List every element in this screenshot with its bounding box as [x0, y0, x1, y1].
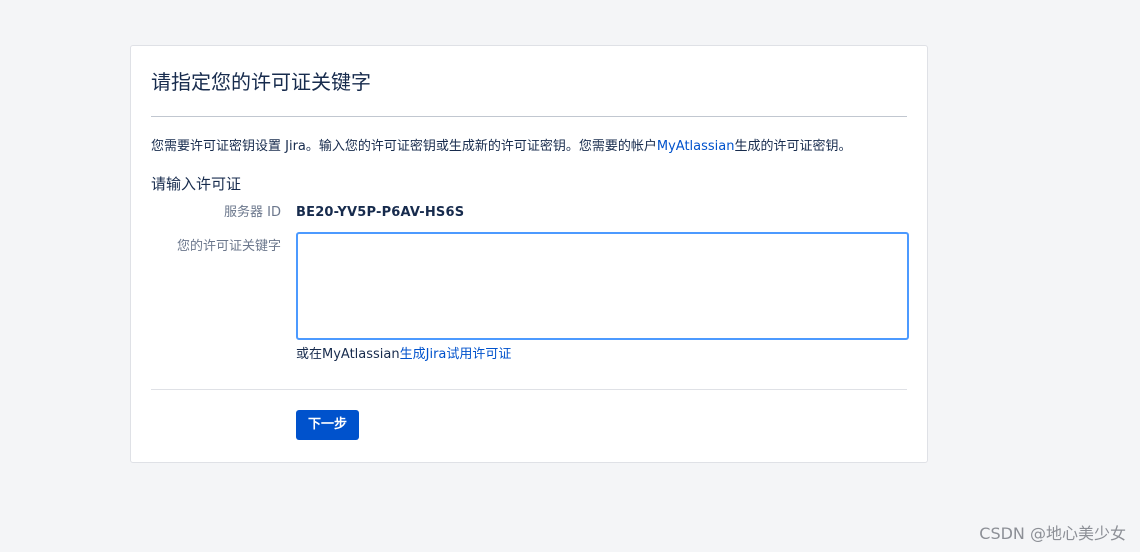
- trial-prefix: 或在MyAtlassian: [296, 347, 400, 362]
- license-setup-panel: 请指定您的许可证关键字 您需要许可证密钥设置 Jira。输入您的许可证密钥或生成…: [130, 45, 928, 463]
- intro-text-before: 您需要许可证密钥设置 Jira。输入您的许可证密钥或生成新的许可证密钥。您需要的…: [151, 139, 657, 154]
- intro-text: 您需要许可证密钥设置 Jira。输入您的许可证密钥或生成新的许可证密钥。您需要的…: [151, 137, 852, 157]
- generate-trial-license-link[interactable]: 生成Jira试用许可证: [400, 347, 512, 362]
- server-id-value: BE20-YV5P-P6AV-HS6S: [296, 205, 465, 220]
- server-id-label: 服务器 ID: [224, 205, 281, 220]
- intro-text-after: 生成的许可证密钥。: [734, 139, 852, 154]
- section-heading: 请输入许可证: [151, 175, 242, 193]
- title-divider: [151, 116, 907, 117]
- myatlassian-link[interactable]: MyAtlassian: [657, 139, 735, 154]
- trial-license-line: 或在MyAtlassian生成Jira试用许可证: [296, 345, 511, 365]
- footer-divider: [151, 389, 907, 390]
- license-key-label: 您的许可证关键字: [176, 239, 281, 254]
- license-key-input[interactable]: [296, 232, 909, 340]
- next-button[interactable]: 下一步: [296, 410, 360, 440]
- page-title: 请指定您的许可证关键字: [151, 70, 371, 94]
- watermark: CSDN @地心美少女: [979, 524, 1126, 543]
